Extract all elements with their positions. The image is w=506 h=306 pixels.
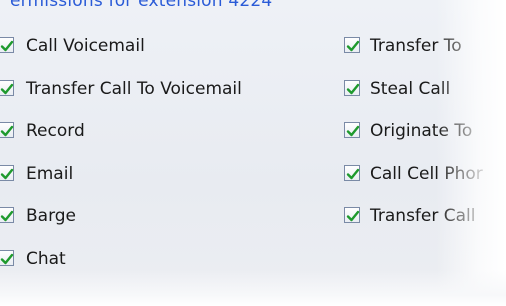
permission-record[interactable]: Record xyxy=(0,121,242,164)
permission-transfer-to[interactable]: Transfer To xyxy=(344,36,483,79)
check-icon xyxy=(346,210,360,222)
checkbox[interactable] xyxy=(0,164,14,181)
permission-transfer-call-to-voicemail[interactable]: Transfer Call To Voicemail xyxy=(0,79,242,122)
permission-transfer-call[interactable]: Transfer Call xyxy=(344,206,483,249)
checkbox[interactable] xyxy=(0,37,14,53)
checkbox[interactable] xyxy=(344,79,360,96)
permission-label: Transfer Call To Voicemail xyxy=(26,78,242,99)
checkbox[interactable] xyxy=(0,249,14,266)
checkbox[interactable] xyxy=(344,37,360,53)
check-icon xyxy=(346,40,360,52)
permissions-left-column: Call Voicemail Transfer Call To Voicemai… xyxy=(0,36,242,291)
permission-label: Transfer Call xyxy=(370,206,476,226)
permission-call-voicemail[interactable]: Call Voicemail xyxy=(0,36,242,79)
permission-originate-to[interactable]: Originate To xyxy=(344,121,483,164)
section-title: ermissions for extension 4224 xyxy=(10,0,273,11)
permissions-panel: ermissions for extension 4224 Call Voice… xyxy=(0,0,506,306)
permission-label: Chat xyxy=(26,248,66,269)
check-icon xyxy=(0,40,14,52)
checkbox[interactable] xyxy=(0,207,14,223)
permission-label: Transfer To xyxy=(370,36,462,56)
checkbox[interactable] xyxy=(0,122,14,138)
checkbox[interactable] xyxy=(344,207,360,223)
checkbox[interactable] xyxy=(0,79,14,96)
check-icon xyxy=(0,125,14,137)
check-icon xyxy=(0,168,14,179)
permission-label: Record xyxy=(26,121,85,141)
permission-label: Email xyxy=(26,163,74,184)
checkbox[interactable] xyxy=(344,164,360,181)
permission-label: Originate To xyxy=(370,121,473,141)
permission-label: Barge xyxy=(26,206,77,226)
check-icon xyxy=(346,125,360,137)
checkbox[interactable] xyxy=(344,122,360,138)
permission-label: Call Voicemail xyxy=(26,36,145,56)
permission-chat[interactable]: Chat xyxy=(0,249,242,292)
permission-label: Steal Call xyxy=(370,78,451,99)
check-icon xyxy=(346,168,360,179)
check-icon xyxy=(0,210,14,222)
permissions-right-column: Transfer To Steal Call Originate To Call… xyxy=(344,36,483,249)
permission-steal-call[interactable]: Steal Call xyxy=(344,79,483,122)
permission-call-cell-phone[interactable]: Call Cell Phor xyxy=(344,164,483,207)
check-icon xyxy=(346,83,360,94)
check-icon xyxy=(0,253,14,264)
permission-email[interactable]: Email xyxy=(0,164,242,207)
permission-label: Call Cell Phor xyxy=(370,163,483,184)
permission-barge[interactable]: Barge xyxy=(0,206,242,249)
check-icon xyxy=(0,83,14,94)
